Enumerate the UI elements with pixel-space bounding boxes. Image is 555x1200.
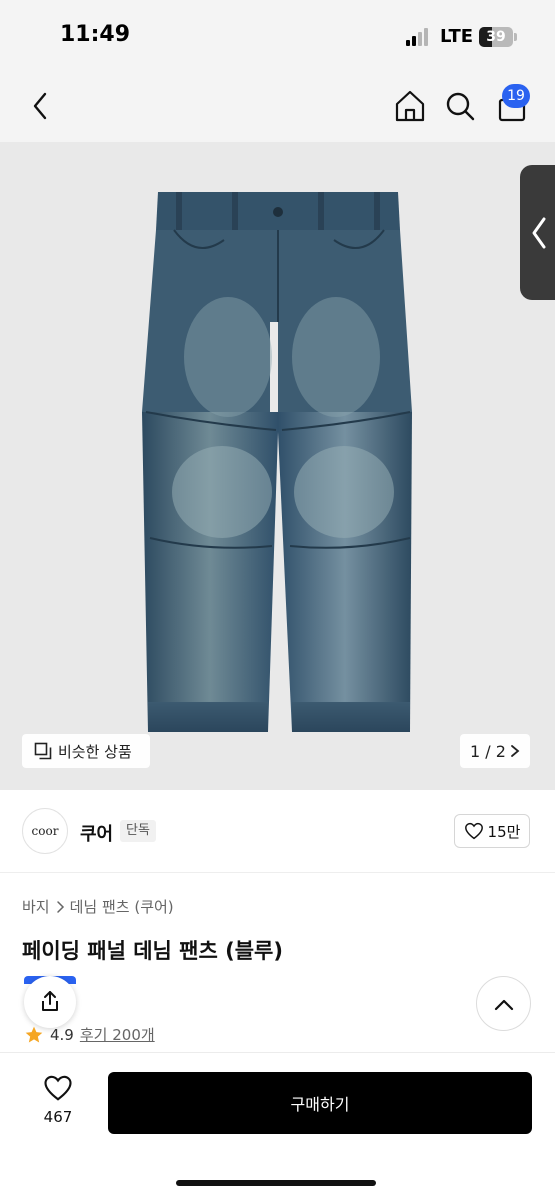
back-button[interactable] (20, 84, 64, 128)
product-image (142, 192, 412, 732)
similar-products-label: 비슷한 상품 (58, 742, 132, 761)
breadcrumb-item[interactable]: 바지 (22, 896, 50, 917)
breadcrumb: 바지 데님 팬츠 (쿠어) (22, 896, 174, 917)
page-counter-text: 1 / 2 (470, 741, 506, 761)
brand-logo-text: coor (31, 824, 59, 838)
side-panel-handle[interactable] (520, 165, 555, 300)
brand-like-button[interactable]: 15만 (454, 814, 530, 848)
battery-nub (514, 33, 517, 41)
status-time: 11:49 (60, 22, 131, 47)
share-button[interactable] (24, 976, 76, 1028)
cart-count-badge: 19 (502, 84, 530, 108)
review-count-link[interactable]: 후기 200개 (80, 1024, 155, 1045)
chevron-right-icon (511, 745, 520, 757)
brand-name[interactable]: 쿠어 (80, 820, 113, 846)
chevron-right-icon (56, 900, 64, 913)
battery-icon: 39 (479, 27, 513, 47)
star-icon (25, 1026, 43, 1042)
wishlist-button[interactable]: 467 (30, 1074, 86, 1134)
brand-logo[interactable]: coor (22, 808, 68, 854)
similar-products-button[interactable]: 비슷한 상품 (22, 734, 150, 768)
image-page-counter[interactable]: 1 / 2 (460, 734, 530, 768)
status-bar: 11:49 LTE 39 (0, 0, 555, 70)
back-icon (33, 92, 47, 120)
brand-row: coor 쿠어 단독 15만 (0, 792, 555, 872)
heart-icon (464, 822, 483, 840)
home-button[interactable] (388, 84, 432, 128)
battery-level: 39 (486, 29, 506, 45)
signal-icon (406, 28, 432, 46)
buy-button[interactable]: 구매하기 (108, 1072, 532, 1134)
product-image-gallery[interactable] (0, 142, 555, 790)
rating-row: 4.9 후기 200개 (24, 1024, 155, 1045)
similar-products-icon (34, 742, 52, 760)
top-nav (0, 70, 555, 142)
brand-like-count: 15만 (487, 822, 521, 841)
section-divider (0, 872, 555, 873)
search-button[interactable] (438, 84, 482, 128)
product-title: 페이딩 패널 데님 팬츠 (블루) (22, 939, 283, 963)
chevron-up-icon (494, 999, 514, 1011)
share-icon (42, 991, 58, 1011)
home-indicator (176, 1180, 376, 1186)
heart-icon (44, 1075, 72, 1101)
rating-value: 4.9 (50, 1025, 74, 1044)
scroll-top-button[interactable] (476, 976, 531, 1031)
exclusive-badge: 단독 (120, 820, 156, 842)
search-icon (446, 92, 475, 121)
buy-button-label: 구매하기 (290, 1095, 350, 1114)
breadcrumb-item[interactable]: 데님 팬츠 (쿠어) (70, 896, 174, 917)
wishlist-count: 467 (43, 1108, 73, 1126)
chevron-left-icon (532, 217, 546, 249)
home-icon (395, 90, 425, 122)
network-type: LTE (440, 26, 474, 47)
